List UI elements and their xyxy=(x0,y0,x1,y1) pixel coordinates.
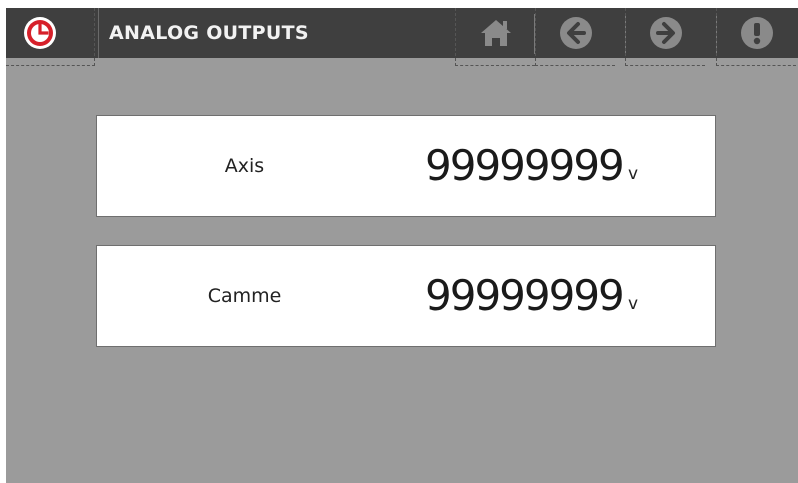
output-label: Camme xyxy=(207,285,282,307)
info-icon xyxy=(740,17,773,49)
home-icon xyxy=(480,20,511,46)
output-value: 99999999 xyxy=(425,271,625,320)
info-button[interactable] xyxy=(716,8,796,66)
clock-icon xyxy=(24,17,56,49)
page-title: ANALOG OUTPUTS xyxy=(98,8,309,58)
back-arrow-icon xyxy=(559,17,592,49)
home-button[interactable] xyxy=(455,8,535,66)
output-unit: v xyxy=(628,294,639,314)
output-row-axis: Axis 99999999 v xyxy=(96,115,716,217)
hmi-screen: ANALOG OUTPUTS Axis 99999999 v Camme 999… xyxy=(6,8,798,483)
output-unit: v xyxy=(628,164,639,184)
output-label: Axis xyxy=(224,155,265,177)
output-row-camme: Camme 99999999 v xyxy=(96,245,716,347)
back-button[interactable] xyxy=(535,8,615,66)
output-value: 99999999 xyxy=(425,141,625,190)
forward-arrow-icon xyxy=(649,17,682,49)
forward-button[interactable] xyxy=(625,8,705,66)
clock-button[interactable] xyxy=(6,8,95,66)
